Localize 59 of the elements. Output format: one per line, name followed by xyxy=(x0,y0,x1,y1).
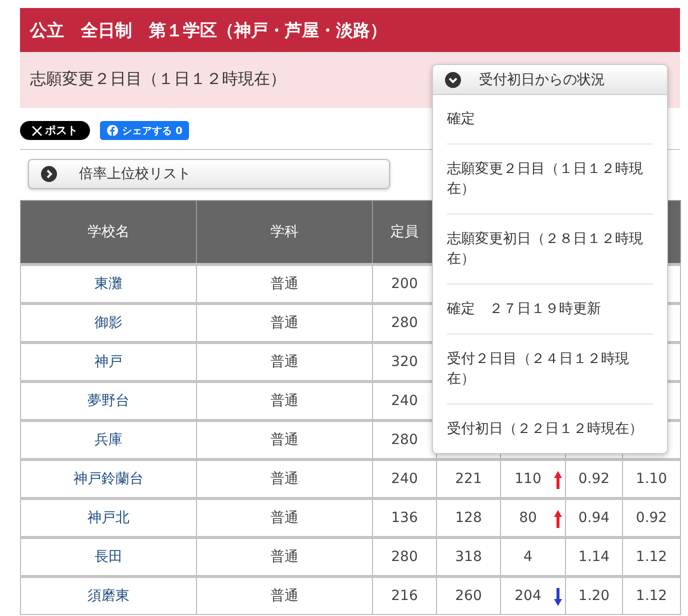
chevron-right-icon xyxy=(41,166,57,182)
table-cell: 普通 xyxy=(196,460,372,498)
school-link[interactable]: 神戸 xyxy=(20,342,196,382)
table-cell: 0.94 xyxy=(566,498,622,538)
table-cell: 普通 xyxy=(196,420,372,460)
dropdown-item[interactable]: 志願変更２日目（１日１２時現在） xyxy=(447,143,653,213)
dropdown-item[interactable]: 受付２日目（２４日１２時現在） xyxy=(447,333,653,403)
table-cell: 1.10 xyxy=(622,460,680,498)
table-cell: 0.92 xyxy=(566,460,622,498)
table-cell: 1.12 xyxy=(622,538,680,576)
school-link[interactable]: 夢野台 xyxy=(20,382,196,420)
column-header: 学科 xyxy=(196,200,372,264)
table-cell: 普通 xyxy=(196,264,372,304)
table-cell: 80 xyxy=(500,498,566,538)
table-cell: 136 xyxy=(372,498,436,538)
facebook-logo-icon xyxy=(107,125,118,136)
page-title: 公立 全日制 第１学区（神戸・芦屋・淡路） xyxy=(20,8,680,52)
table-cell: 0.92 xyxy=(622,498,680,538)
table-cell: 1.14 xyxy=(566,538,622,576)
table-cell: 4 xyxy=(500,538,566,576)
table-cell: 普通 xyxy=(196,498,372,538)
up-arrow-icon xyxy=(554,471,562,489)
dropdown-item[interactable]: 確定 ２７日１９時更新 xyxy=(447,283,653,333)
table-cell: 普通 xyxy=(196,342,372,382)
school-link[interactable]: 兵庫 xyxy=(20,420,196,460)
table-cell: 1.20 xyxy=(566,576,622,614)
school-link[interactable]: 神戸北 xyxy=(20,498,196,538)
dropdown-item[interactable]: 受付初日（２２日１２時現在） xyxy=(447,403,653,453)
table-cell: 260 xyxy=(436,576,500,614)
table-cell: 1.12 xyxy=(622,576,680,614)
dropdown-item[interactable]: 志願変更初日（２８日１２時現在） xyxy=(447,213,653,283)
up-arrow-icon xyxy=(554,510,562,528)
school-link[interactable]: 御影 xyxy=(20,304,196,342)
status-text: 志願変更２日目（１日１２時現在） xyxy=(30,68,286,90)
school-link[interactable]: 東灘 xyxy=(20,264,196,304)
ranking-list-button[interactable]: 倍率上位校リスト xyxy=(28,159,390,189)
post-button[interactable]: ポスト xyxy=(20,121,90,140)
chevron-down-icon xyxy=(445,72,461,88)
dropdown-item[interactable]: 確定 xyxy=(447,95,653,143)
column-header: 学校名 xyxy=(20,200,196,264)
x-logo-icon xyxy=(32,126,42,136)
table-cell: 221 xyxy=(436,460,500,498)
status-dropdown[interactable]: 受付初日からの状況 xyxy=(433,65,667,95)
table-cell: 普通 xyxy=(196,538,372,576)
table-cell: 204 xyxy=(500,576,566,614)
table-cell: 240 xyxy=(372,460,436,498)
school-link[interactable]: 須磨東 xyxy=(20,576,196,614)
school-link[interactable]: 神戸鈴蘭台 xyxy=(20,460,196,498)
table-cell: 318 xyxy=(436,538,500,576)
share-button[interactable]: シェアする 0 xyxy=(100,121,190,140)
table-cell: 110 xyxy=(500,460,566,498)
table-cell: 128 xyxy=(436,498,500,538)
table-cell: 280 xyxy=(372,538,436,576)
table-cell: 普通 xyxy=(196,382,372,420)
table-cell: 普通 xyxy=(196,304,372,342)
table-cell: 普通 xyxy=(196,576,372,614)
down-arrow-icon xyxy=(554,588,562,606)
table-cell: 216 xyxy=(372,576,436,614)
school-link[interactable]: 長田 xyxy=(20,538,196,576)
